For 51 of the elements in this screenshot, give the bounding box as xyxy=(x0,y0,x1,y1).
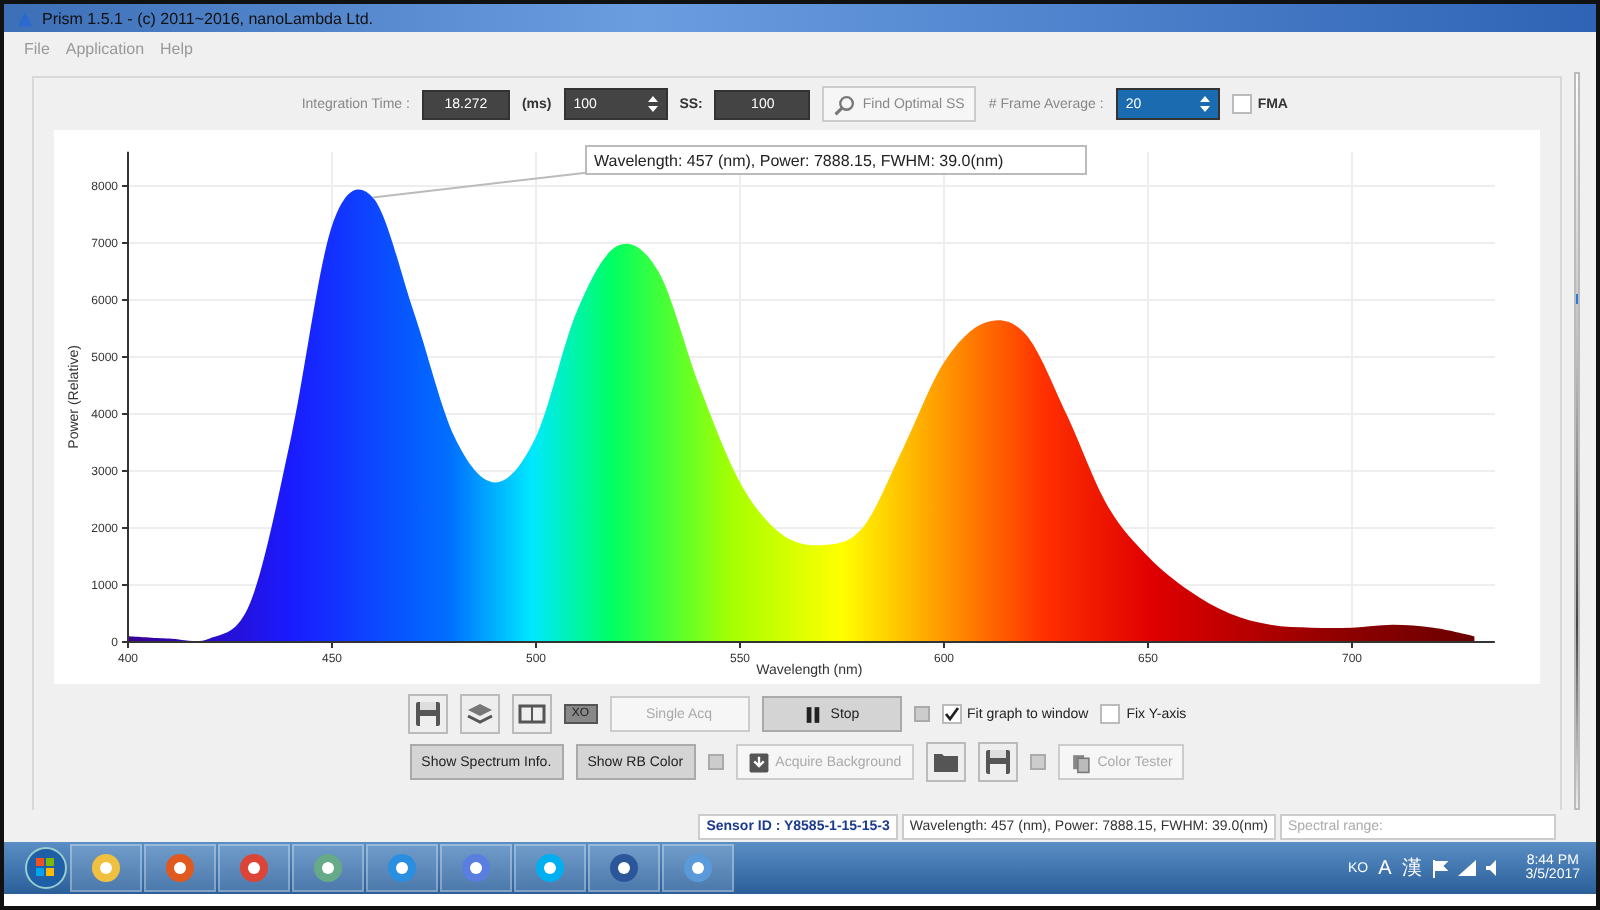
checkbox[interactable] xyxy=(1231,94,1252,114)
spin-arrows-icon xyxy=(1199,96,1210,112)
start-button[interactable] xyxy=(24,846,68,890)
app-icon xyxy=(534,852,566,884)
layers-icon xyxy=(465,700,494,728)
save-button[interactable] xyxy=(977,742,1018,782)
spin-arrows-icon xyxy=(647,96,658,112)
app-icon xyxy=(16,9,34,27)
app-icon xyxy=(238,852,270,884)
menu-item[interactable]: Application xyxy=(65,39,145,57)
indicator-light xyxy=(707,754,724,770)
save-button[interactable] xyxy=(407,694,448,734)
pause-icon xyxy=(802,703,825,725)
checkbox[interactable] xyxy=(941,704,961,724)
window-icon xyxy=(517,700,546,728)
indicator-light xyxy=(1029,754,1046,770)
taskbar-app[interactable] xyxy=(218,844,290,892)
folder-icon xyxy=(931,748,960,776)
toolbar-button[interactable] xyxy=(511,694,552,734)
signal-icon xyxy=(1457,860,1476,876)
flag-icon xyxy=(1431,859,1448,877)
app-icon xyxy=(608,852,640,884)
taskbar-app[interactable] xyxy=(440,844,512,892)
app-icon xyxy=(460,852,492,884)
taskbar-app[interactable] xyxy=(70,844,142,892)
copy-icon xyxy=(1069,751,1092,773)
taskbar-app[interactable] xyxy=(144,844,216,892)
peak-info: Wavelength: 457 (nm), Power: 7888.15, FWHM: 39.0(nm) xyxy=(594,152,1004,170)
tray-item[interactable]: A xyxy=(1378,857,1392,879)
app-icon xyxy=(90,852,122,884)
toolbar-button[interactable] xyxy=(459,694,500,734)
open-button[interactable] xyxy=(925,742,966,782)
save-icon xyxy=(413,700,442,728)
taskbar-app[interactable] xyxy=(588,844,660,892)
menu-item[interactable]: Help xyxy=(160,39,193,57)
save-icon xyxy=(983,748,1012,776)
indicator-light xyxy=(913,706,929,722)
app-icon xyxy=(386,852,418,884)
search-icon xyxy=(834,93,857,115)
taskbar-app[interactable] xyxy=(514,844,586,892)
checkbox[interactable] xyxy=(1100,704,1121,724)
window-title: Prism 1.5.1 - (c) 2011~2016, nanoLambda Ltd. xyxy=(42,9,374,27)
app-icon xyxy=(312,852,344,884)
menu-item[interactable]: File xyxy=(24,39,50,57)
app-icon xyxy=(682,852,714,884)
app-icon xyxy=(164,852,196,884)
tray-item[interactable]: 漢 xyxy=(1401,854,1422,882)
taskbar-app[interactable] xyxy=(292,844,364,892)
taskbar-app[interactable] xyxy=(662,844,734,892)
taskbar-app[interactable] xyxy=(366,844,438,892)
download-icon xyxy=(747,751,770,773)
